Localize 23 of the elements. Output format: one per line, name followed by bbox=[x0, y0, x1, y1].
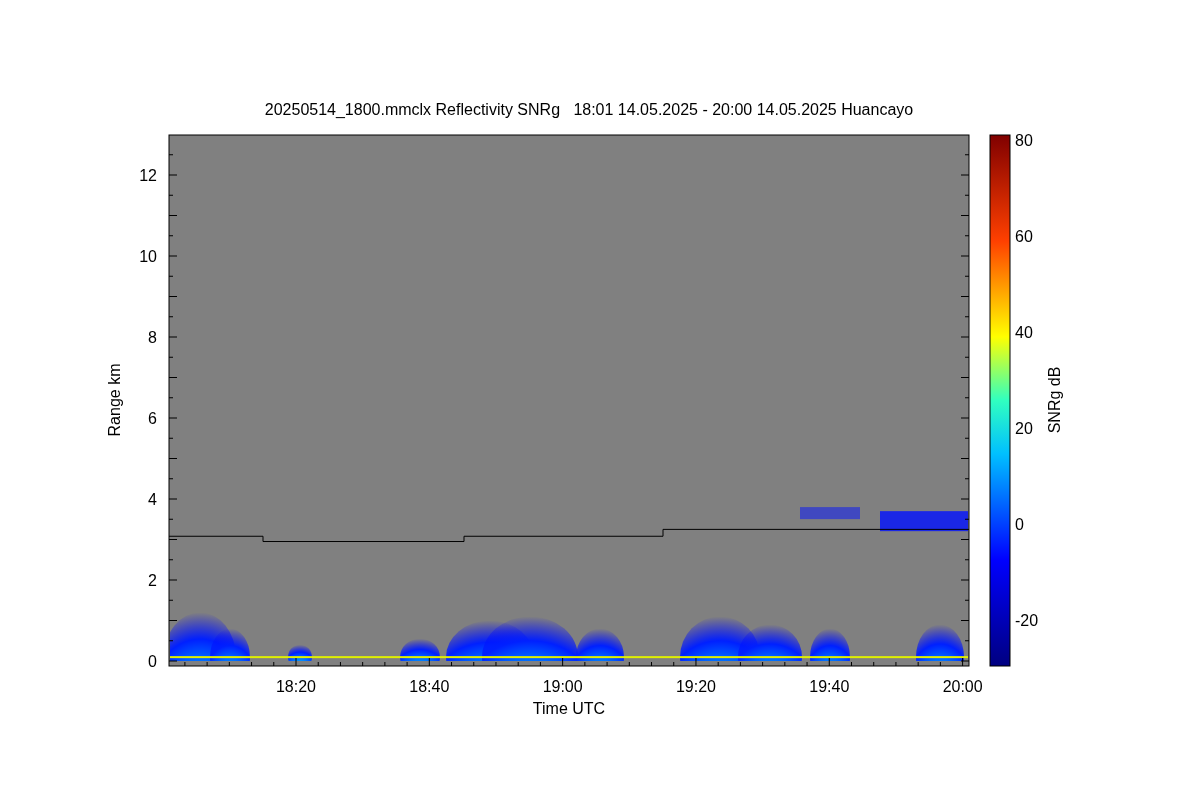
colorbar-tick-label: 80 bbox=[1015, 132, 1033, 149]
y-tick-label: 2 bbox=[148, 572, 157, 589]
plot-title: 20250514_1800.mmclx Reflectivity SNRg 18:01 14.05.2025 - 20:00 14.05.2025 Huancayo bbox=[264, 101, 914, 118]
x-tick-label: 19:00 bbox=[542, 678, 583, 695]
x-axis-label: Time UTC bbox=[532, 700, 606, 717]
y-axis-label: Range km bbox=[106, 363, 123, 437]
colorbar-tick-label: -20 bbox=[1015, 612, 1039, 629]
colorbar-tick-label: 20 bbox=[1015, 420, 1033, 437]
y-tick-label: 10 bbox=[139, 248, 157, 265]
y-tick-label: 4 bbox=[148, 491, 157, 508]
x-tick-label: 19:20 bbox=[675, 678, 716, 695]
colorbar-tick-label: 60 bbox=[1015, 228, 1033, 245]
x-tick-label: 18:20 bbox=[276, 678, 316, 695]
y-tick-label: 0 bbox=[148, 653, 157, 670]
y-tick-label: 12 bbox=[139, 167, 157, 184]
y-tick-label: 6 bbox=[148, 410, 157, 427]
x-tick-label: 18:40 bbox=[409, 678, 450, 695]
colorbar-label: SNRg dB bbox=[1046, 366, 1063, 434]
x-tick-label: 20:00 bbox=[942, 678, 983, 695]
colorbar-tick-label: 40 bbox=[1015, 324, 1033, 341]
colorbar-tick-label: 0 bbox=[1015, 516, 1024, 533]
x-tick-label: 19:40 bbox=[809, 678, 850, 695]
y-tick-label: 8 bbox=[148, 329, 157, 346]
